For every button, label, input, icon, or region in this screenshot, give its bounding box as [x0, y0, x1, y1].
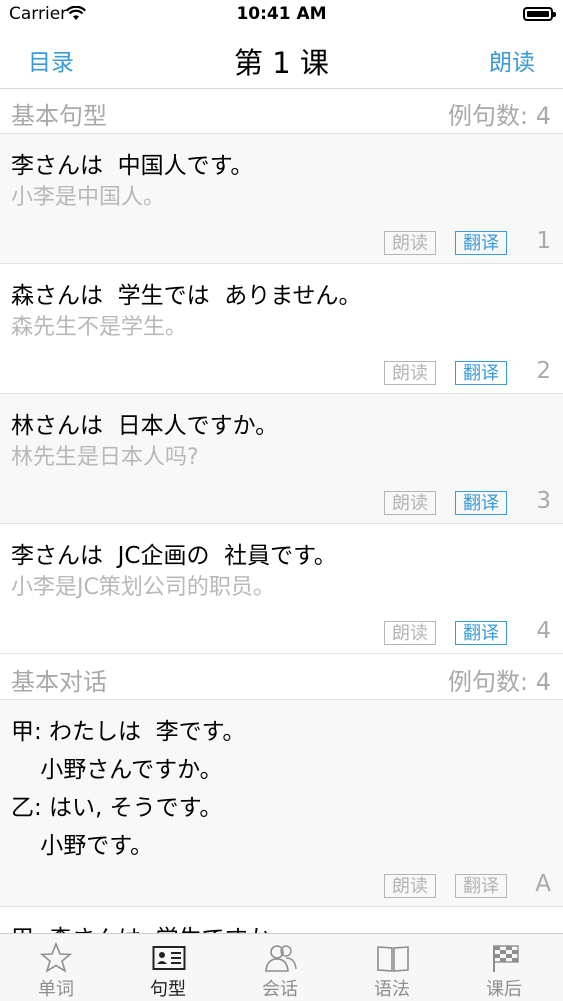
tab-bar: 单词 句型 会话 语法 课后 [0, 933, 563, 1001]
chinese-translation: 小李是中国人。 [11, 185, 166, 210]
dialogue-line: 小野さんですか。 [11, 757, 223, 783]
section-header-basic-patterns: 基本句型 例句数: 4 [0, 88, 563, 134]
translate-button[interactable]: 翻译 [455, 361, 507, 385]
section-title: 基本对话 [11, 668, 107, 696]
japanese-sentence: 森さんは 学生では ありません。 [11, 283, 362, 309]
sentence-row[interactable]: 李さんは 中国人です。 小李是中国人。 朗读 翻译 1 [0, 134, 563, 264]
section-header-basic-dialogue: 基本对话 例句数: 4 [0, 654, 563, 700]
chinese-translation: 小李是JC策划公司的职员。 [11, 575, 275, 600]
tab-grammar[interactable]: 语法 [336, 934, 448, 1001]
dialogue-line: 甲: 森さんは 学生ですか。 [11, 919, 293, 933]
people-icon [265, 945, 297, 972]
tab-words[interactable]: 单词 [0, 934, 112, 1001]
dialogue-row[interactable]: 甲: 森さんは 学生ですか。 [0, 907, 563, 933]
read-button[interactable]: 朗读 [384, 231, 436, 255]
sentence-count: 例句数: 4 [448, 102, 551, 130]
japanese-sentence: 李さんは 中国人です。 [11, 153, 254, 179]
chinese-translation: 林先生是日本人吗? [11, 445, 199, 470]
read-aloud-button[interactable]: 朗读 [489, 43, 535, 77]
sentence-number: 2 [536, 358, 551, 384]
translate-button[interactable]: 翻译 [455, 491, 507, 515]
sentence-number: 1 [536, 228, 551, 254]
tab-label: 课后 [486, 979, 522, 1000]
id-card-icon [152, 946, 186, 970]
japanese-sentence: 林さんは 日本人ですか。 [11, 413, 279, 439]
battery-icon [523, 7, 556, 21]
read-button[interactable]: 朗读 [384, 491, 436, 515]
lesson-content[interactable]: 基本句型 例句数: 4 李さんは 中国人です。 小李是中国人。 朗读 翻译 1 … [0, 88, 563, 933]
tab-after-class[interactable]: 课后 [448, 934, 560, 1001]
sentence-count: 例句数: 4 [448, 668, 551, 696]
book-icon [377, 946, 409, 972]
read-button[interactable]: 朗读 [384, 874, 436, 898]
read-button[interactable]: 朗读 [384, 361, 436, 385]
sentence-row[interactable]: 李さんは JC企画の 社員です。 小李是JC策划公司的职员。 朗读 翻译 4 [0, 524, 563, 654]
tab-sentence-patterns[interactable]: 句型 [112, 934, 224, 1001]
dialogue-label: A [535, 871, 551, 897]
dialogue-line: 甲: わたしは 李です。 [11, 719, 246, 745]
tab-label: 语法 [374, 979, 410, 1000]
translate-button[interactable]: 翻译 [455, 231, 507, 255]
tab-conversation[interactable]: 会话 [224, 934, 336, 1001]
sentence-row[interactable]: 林さんは 日本人ですか。 林先生是日本人吗? 朗读 翻译 3 [0, 394, 563, 524]
checkered-flag-icon [493, 945, 519, 972]
tab-label: 会话 [262, 979, 298, 1000]
section-title: 基本句型 [11, 102, 107, 130]
translate-button[interactable]: 翻译 [455, 874, 507, 898]
page-title: 第 1 课 [234, 46, 329, 80]
status-bar: Carrier 10:41 AM [0, 0, 563, 30]
star-icon [40, 942, 72, 973]
dialogue-line: 小野です。 [11, 833, 153, 859]
sentence-row[interactable]: 森さんは 学生では ありません。 森先生不是学生。 朗读 翻译 2 [0, 264, 563, 394]
translate-button[interactable]: 翻译 [455, 621, 507, 645]
japanese-sentence: 李さんは JC企画の 社員です。 [11, 543, 337, 569]
dialogue-line: 乙: はい, そうです。 [11, 795, 223, 821]
clock: 10:41 AM [236, 4, 327, 24]
dialogue-row[interactable]: 甲: わたしは 李です。 小野さんですか。 乙: はい, そうです。 小野です。… [0, 700, 563, 907]
read-button[interactable]: 朗读 [384, 621, 436, 645]
tab-label: 句型 [150, 979, 186, 1000]
tab-label: 单词 [38, 979, 74, 1000]
sentence-number: 3 [536, 488, 551, 514]
sentence-number: 4 [536, 618, 551, 644]
chinese-translation: 森先生不是学生。 [11, 315, 188, 340]
navigation-bar: 目录 第 1 课 朗读 [0, 30, 563, 89]
